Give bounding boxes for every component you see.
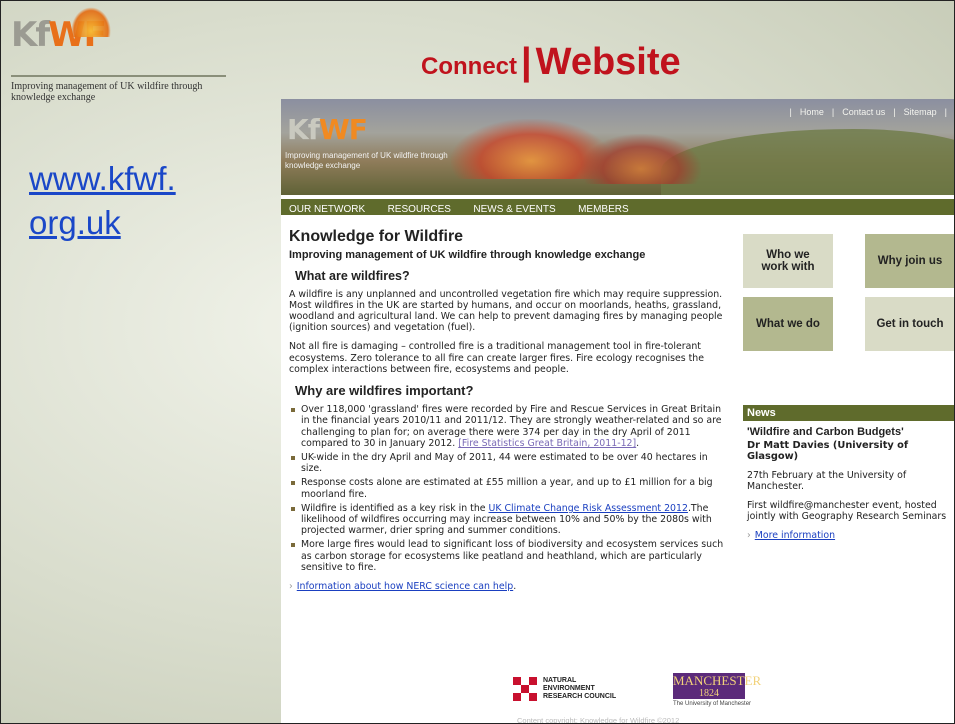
website-url-link[interactable]: www.kfwf. org.uk — [29, 157, 209, 245]
list-item: Response costs alone are estimated at £5… — [289, 477, 729, 500]
tile-what-we-do[interactable]: What we do — [743, 297, 833, 351]
site-main-content: Knowledge for Wildfire Improving managem… — [289, 228, 729, 593]
what-paragraph-2: Not all fire is damaging – controlled fi… — [289, 341, 705, 375]
tile-why-join-us[interactable]: Why join us — [865, 234, 954, 288]
site-banner-tagline: Improving management of UK wildfire thro… — [285, 151, 448, 170]
logo-divider — [11, 75, 226, 77]
site-logo[interactable]: KfWF — [287, 113, 368, 146]
page-heading: Knowledge for Wildfire — [289, 228, 464, 245]
page-subheading: Improving management of UK wildfire thro… — [289, 249, 646, 262]
why-bullet-list: Over 118,000 'grassland' fires were reco… — [289, 404, 729, 573]
site-logo-kf: Kf — [287, 113, 320, 146]
news-more-row: › More information — [747, 530, 954, 541]
list-item: Wildfire is identified as a key risk in … — [289, 503, 729, 537]
chevron-right-icon: › — [747, 530, 751, 541]
news-description: First wildfire@manchester event, hosted … — [747, 500, 947, 522]
what-are-wildfires-heading: What are wildfires? — [295, 269, 410, 284]
nav-news-events[interactable]: NEWS & EVENTS — [473, 202, 555, 218]
climate-risk-assessment-link[interactable]: UK Climate Change Risk Assessment 2012 — [489, 503, 688, 514]
slide-title-connect: Connect — [421, 53, 517, 80]
news-date: 27th February at the University of Manch… — [747, 470, 907, 492]
kfwf-logo: KfWF Improving management of UK wildfire… — [11, 7, 231, 103]
tile-get-in-touch[interactable]: Get in touch — [865, 297, 954, 351]
logo-text-kf: Kf — [11, 15, 50, 55]
slide-title-website: Website — [535, 41, 681, 83]
list-item: More large fires would lead to significa… — [289, 539, 729, 573]
fire-statistics-link[interactable]: [Fire Statistics Great Britain, 2011-12] — [458, 438, 636, 449]
site-banner: KfWF Improving management of UK wildfire… — [281, 99, 954, 195]
manchester-logo-subtitle: The University of Manchester — [673, 701, 752, 707]
nerc-logo: NATURAL ENVIRONMENT RESEARCH COUNCIL — [513, 677, 616, 701]
nerc-info-row: › Information about how NERC science can … — [289, 581, 517, 593]
website-screenshot: KfWF Improving management of UK wildfire… — [281, 99, 954, 724]
why-important-heading: Why are wildfires important? — [295, 383, 474, 399]
logo-tagline: Improving management of UK wildfire thro… — [11, 81, 203, 103]
news-header: News — [743, 405, 954, 421]
tile-who-we-work-with[interactable]: Who we work with — [743, 234, 833, 288]
news-author: Dr Matt Davies (University of Glasgow) — [747, 440, 909, 462]
banner-hill-image — [661, 129, 954, 195]
presentation-slide: KfWF Improving management of UK wildfire… — [0, 0, 955, 724]
top-nav-sitemap[interactable]: Sitemap — [904, 107, 937, 117]
news-more-information-link[interactable]: More information — [755, 530, 835, 541]
nav-resources[interactable]: RESOURCES — [388, 202, 451, 218]
news-panel: 'Wildfire and Carbon Budgets' Dr Matt Da… — [747, 426, 954, 542]
kfwf-logo-mark: KfWF — [11, 7, 231, 59]
slide-title-separator: | — [521, 41, 532, 83]
what-paragraph-1: A wildfire is any unplanned and uncontro… — [289, 288, 723, 334]
list-item: Over 118,000 'grassland' fires were reco… — [289, 404, 729, 449]
banner-fire-image-2 — [581, 134, 701, 184]
manchester-logo-name: MANCHESTER — [673, 673, 762, 688]
site-logo-wf: WF — [318, 113, 368, 146]
nerc-logo-text: NATURAL ENVIRONMENT RESEARCH COUNCIL — [543, 677, 617, 700]
nav-our-network[interactable]: OUR NETWORK — [289, 202, 365, 218]
top-nav-contact[interactable]: Contact us — [842, 107, 885, 117]
slide-title: Connect | Website — [421, 41, 681, 84]
nerc-logo-mark — [513, 677, 537, 701]
list-item: UK-wide in the dry April and May of 2011… — [289, 452, 729, 474]
site-top-nav: | Home | Contact us | Sitemap | — [789, 107, 947, 117]
manchester-logo-year: 1824 — [699, 688, 719, 699]
chevron-right-icon: › — [289, 581, 293, 593]
manchester-logo: MANCHESTER 1824 — [673, 673, 762, 699]
news-title: 'Wildfire and Carbon Budgets' — [747, 426, 904, 438]
site-copyright: Content copyright: Knowledge for Wildfir… — [517, 716, 680, 724]
flame-icon — [71, 7, 111, 37]
nerc-science-link[interactable]: Information about how NERC science can h… — [297, 581, 513, 592]
site-main-nav: OUR NETWORK RESOURCES NEWS & EVENTS MEMB… — [281, 199, 954, 218]
nav-members[interactable]: MEMBERS — [578, 202, 629, 218]
top-nav-home[interactable]: Home — [800, 107, 824, 117]
